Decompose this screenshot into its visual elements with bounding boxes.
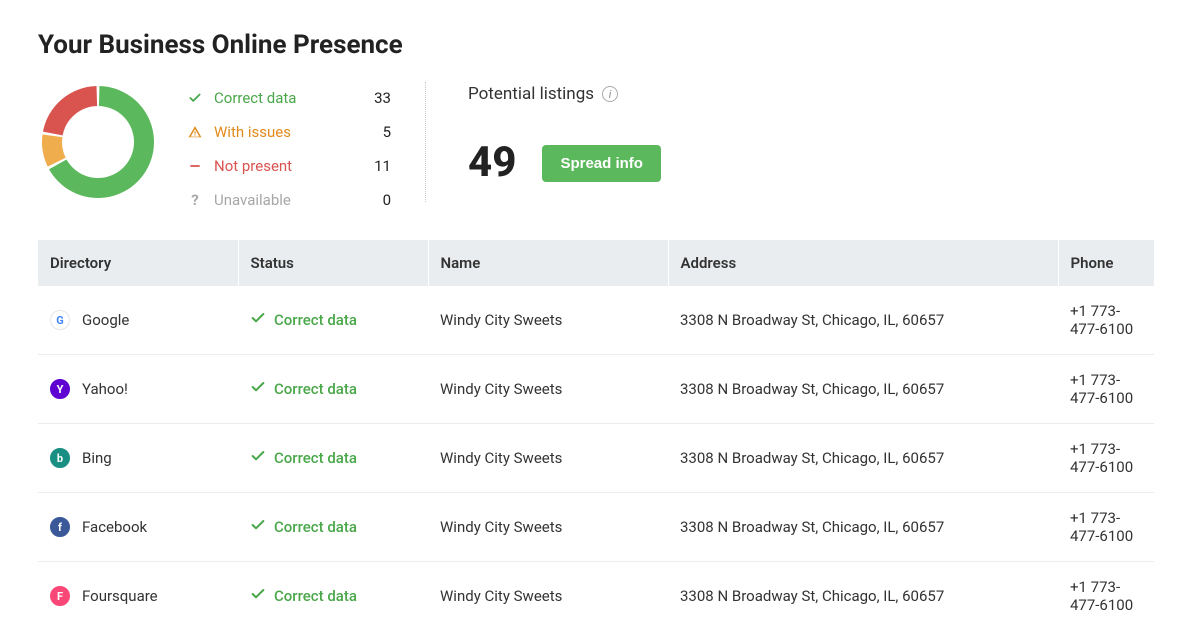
status-cell: Correct data <box>250 586 416 606</box>
directory-name: Google <box>82 311 129 329</box>
legend-issues-label: With issues <box>214 123 364 141</box>
name-cell: Windy City Sweets <box>428 562 668 630</box>
directory-cell: Y Yahoo! <box>50 379 226 399</box>
phone-cell: +1 773-477-6100 <box>1058 493 1154 562</box>
question-icon: ? <box>186 191 204 209</box>
directory-logo-icon: Y <box>50 379 70 399</box>
potential-listings-label: Potential listings i <box>468 84 661 104</box>
check-icon <box>250 310 266 330</box>
check-icon <box>250 517 266 537</box>
status-cell: Correct data <box>250 517 416 537</box>
status-cell: Correct data <box>250 379 416 399</box>
table-header-row: Directory Status Name Address Phone <box>38 240 1154 286</box>
phone-cell: +1 773-477-6100 <box>1058 562 1154 630</box>
check-icon <box>250 379 266 399</box>
check-icon <box>186 91 204 105</box>
status-text: Correct data <box>274 518 357 536</box>
directory-logo-icon: F <box>50 586 70 606</box>
status-legend: Correct data 33 With issues 5 Not presen… <box>186 82 391 212</box>
name-cell: Windy City Sweets <box>428 424 668 493</box>
directory-name: Facebook <box>82 518 147 536</box>
legend-notpresent-count: 11 <box>374 157 391 175</box>
potential-listings-label-text: Potential listings <box>468 84 594 104</box>
directory-name: Yahoo! <box>82 380 128 398</box>
name-cell: Windy City Sweets <box>428 355 668 424</box>
status-cell: Correct data <box>250 448 416 468</box>
check-icon <box>250 586 266 606</box>
status-text: Correct data <box>274 380 357 398</box>
legend-correct-label: Correct data <box>214 89 364 107</box>
table-row[interactable]: b Bing Correct data Windy City Sweets330… <box>38 424 1154 493</box>
info-icon[interactable]: i <box>602 86 618 102</box>
col-directory: Directory <box>38 240 238 286</box>
col-phone: Phone <box>1058 240 1154 286</box>
directory-cell: b Bing <box>50 448 226 468</box>
address-cell: 3308 N Broadway St, Chicago, IL, 60657 <box>668 355 1058 424</box>
directory-name: Bing <box>82 449 112 467</box>
phone-cell: +1 773-477-6100 <box>1058 286 1154 355</box>
address-cell: 3308 N Broadway St, Chicago, IL, 60657 <box>668 493 1058 562</box>
donut-slice <box>42 135 66 167</box>
vertical-divider <box>425 82 426 202</box>
donut-slice <box>43 86 97 135</box>
directory-cell: F Foursquare <box>50 586 226 606</box>
table-row[interactable]: Y Yahoo! Correct data Windy City Sweets3… <box>38 355 1154 424</box>
phone-cell: +1 773-477-6100 <box>1058 424 1154 493</box>
address-cell: 3308 N Broadway St, Chicago, IL, 60657 <box>668 424 1058 493</box>
directory-name: Foursquare <box>82 587 158 605</box>
table-row[interactable]: f Facebook Correct data Windy City Sweet… <box>38 493 1154 562</box>
directory-logo-icon: G <box>50 310 70 330</box>
status-text: Correct data <box>274 311 357 329</box>
check-icon <box>250 448 266 468</box>
legend-unavailable-label: Unavailable <box>214 191 364 209</box>
col-address: Address <box>668 240 1058 286</box>
legend-notpresent-label: Not present <box>214 157 364 175</box>
directory-cell: f Facebook <box>50 517 226 537</box>
table-row[interactable]: G Google Correct data Windy City Sweets3… <box>38 286 1154 355</box>
spread-info-button[interactable]: Spread info <box>542 145 661 182</box>
status-cell: Correct data <box>250 310 416 330</box>
directory-logo-icon: f <box>50 517 70 537</box>
listings-table: Directory Status Name Address Phone G Go… <box>38 240 1154 630</box>
warning-icon <box>186 125 204 139</box>
summary-panel: Correct data 33 With issues 5 Not presen… <box>38 82 1154 212</box>
legend-unavailable-count: 0 <box>374 191 391 209</box>
legend-issues-count: 5 <box>374 123 391 141</box>
potential-listings-value: 49 <box>468 142 516 184</box>
status-donut-chart <box>38 82 158 202</box>
name-cell: Windy City Sweets <box>428 286 668 355</box>
legend-correct-count: 33 <box>374 89 391 107</box>
directory-cell: G Google <box>50 310 226 330</box>
address-cell: 3308 N Broadway St, Chicago, IL, 60657 <box>668 286 1058 355</box>
table-row[interactable]: F Foursquare Correct data Windy City Swe… <box>38 562 1154 630</box>
directory-logo-icon: b <box>50 448 70 468</box>
address-cell: 3308 N Broadway St, Chicago, IL, 60657 <box>668 562 1058 630</box>
page-title: Your Business Online Presence <box>38 30 1154 60</box>
name-cell: Windy City Sweets <box>428 493 668 562</box>
col-name: Name <box>428 240 668 286</box>
col-status: Status <box>238 240 428 286</box>
minus-icon <box>186 159 204 173</box>
potential-listings-panel: Potential listings i 49 Spread info <box>468 82 661 184</box>
status-text: Correct data <box>274 587 357 605</box>
status-text: Correct data <box>274 449 357 467</box>
phone-cell: +1 773-477-6100 <box>1058 355 1154 424</box>
